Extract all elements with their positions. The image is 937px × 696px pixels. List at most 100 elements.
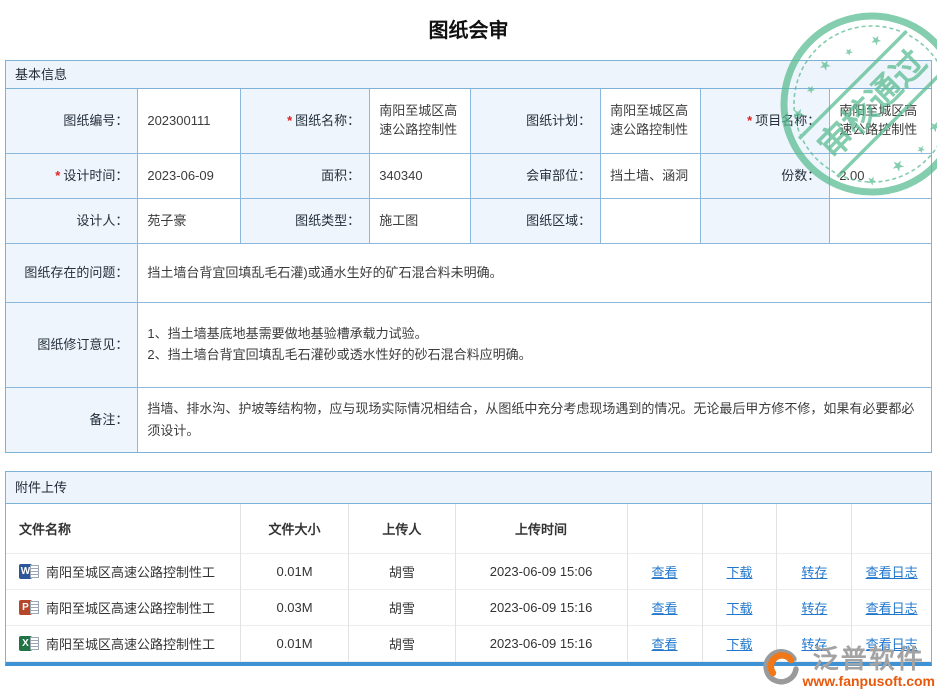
table-row-file-name: X 南阳至城区高速公路控制性工 [6, 626, 241, 662]
action-cell: 查看 [628, 626, 703, 662]
project-name-label-text: 项目名称： [755, 112, 820, 131]
page-title: 图纸会审 [0, 18, 937, 44]
powerpoint-file-icon: P [19, 600, 39, 615]
copies-label: 份数： [701, 154, 829, 198]
file-upload-time: 2023-06-09 15:16 [456, 590, 628, 626]
drawing-region-label: 图纸区域： [471, 199, 601, 243]
area-label: 面积： [241, 154, 370, 198]
drawing-region-value [601, 199, 700, 243]
view-link[interactable]: 查看 [652, 634, 678, 653]
drawing-plan-label-text: 图纸计划： [526, 112, 591, 131]
remark-value: 挡墙、排水沟、护坡等结构物，应与现场实际情况相结合，从图纸中充分考虑现场遇到的情… [138, 388, 931, 452]
remark-label-text: 备注： [89, 411, 128, 430]
design-date-label-text: 设计时间： [63, 167, 128, 186]
transfer-link[interactable]: 转存 [801, 562, 827, 581]
action-cell: 转存 [777, 590, 852, 626]
stamp-star-icon: ★ [842, 45, 856, 59]
drawing-plan-label: 图纸计划： [471, 89, 601, 153]
empty-label-cell [701, 199, 829, 243]
drawing-type-label-text: 图纸类型： [295, 212, 360, 231]
drawing-no-label: 图纸编号： [6, 89, 137, 153]
required-marker: * [747, 112, 752, 131]
col-header-uploader: 上传人 [349, 504, 455, 554]
revision-opinion-line2: 2、挡土墙台背宜回填乱毛石灌砂或透水性好的砂石混合料应明确。 [147, 345, 531, 366]
file-size: 0.03M [241, 590, 349, 626]
remark-label: 备注： [6, 388, 137, 452]
revision-opinion-value: 1、挡土墙基底地基需要做地基验槽承载力试验。 2、挡土墙台背宜回填乱毛石灌砂或透… [138, 303, 931, 387]
revision-opinion-label: 图纸修订意见： [6, 303, 137, 387]
vendor-url: www.fanpusoft.com [803, 674, 935, 688]
designer-label: 设计人： [6, 199, 137, 243]
drawing-type-label: 图纸类型： [241, 199, 370, 243]
action-cell: 下载 [703, 590, 778, 626]
required-marker: * [55, 167, 60, 186]
transfer-link[interactable]: 转存 [801, 598, 827, 617]
file-page-icon [30, 637, 39, 650]
designer-label-text: 设计人： [76, 212, 128, 231]
col-header-file-name: 文件名称 [6, 504, 241, 554]
problems-value: 挡土墙台背宜回填乱毛石灌)或通水生好的矿石混合料未明确。 [138, 244, 931, 302]
file-page-icon [30, 565, 39, 578]
attachments-section-header: 附件上传 [6, 472, 931, 504]
drawing-type-value: 施工图 [370, 199, 469, 243]
problems-label: 图纸存在的问题： [6, 244, 137, 302]
download-link[interactable]: 下载 [726, 634, 752, 653]
basic-info-section-header: 基本信息 [6, 61, 931, 89]
problems-label-text: 图纸存在的问题： [24, 264, 128, 283]
file-uploader: 胡雪 [349, 626, 455, 662]
col-header-action-3 [777, 504, 852, 554]
word-file-icon: W [19, 564, 39, 579]
download-link[interactable]: 下载 [726, 598, 752, 617]
view-link[interactable]: 查看 [652, 562, 678, 581]
revision-opinion-line1: 1、挡土墙基底地基需要做地基验槽承载力试验。 [147, 324, 427, 345]
revision-opinion-label-text: 图纸修订意见： [37, 336, 128, 355]
project-name-label: *项目名称： [701, 89, 829, 153]
action-cell: 转存 [777, 554, 852, 590]
view-log-link[interactable]: 查看日志 [866, 634, 918, 653]
download-link[interactable]: 下载 [726, 562, 752, 581]
drawing-no-value: 202300111 [138, 89, 239, 153]
copies-value: 2.00 [830, 154, 931, 198]
review-part-label-text: 会审部位： [526, 167, 591, 186]
file-size: 0.01M [241, 554, 349, 590]
attachments-section: 附件上传 文件名称 文件大小 上传人 上传时间 W 南阳至城区高速公路控制性工 … [5, 471, 932, 666]
action-cell: 转存 [777, 626, 852, 662]
file-uploader: 胡雪 [349, 554, 455, 590]
copies-label-text: 份数： [781, 167, 820, 186]
file-name-text: 南阳至城区高速公路控制性工 [46, 562, 215, 581]
drawing-plan-value: 南阳至城区高速公路控制性 [601, 89, 700, 153]
action-cell: 查看 [628, 554, 703, 590]
drawing-no-label-text: 图纸编号： [63, 112, 128, 131]
file-upload-time: 2023-06-09 15:16 [456, 626, 628, 662]
table-row-file-name: W 南阳至城区高速公路控制性工 [6, 554, 241, 590]
action-cell: 下载 [703, 626, 778, 662]
col-header-action-2 [703, 504, 778, 554]
design-date-value: 2023-06-09 [138, 154, 239, 198]
action-cell: 下载 [703, 554, 778, 590]
basic-info-section: 基本信息 图纸编号： 202300111 *图纸名称： 南阳至城区高速公路控制性… [5, 60, 932, 453]
col-header-action-4 [852, 504, 931, 554]
empty-value-cell [830, 199, 931, 243]
view-log-link[interactable]: 查看日志 [866, 598, 918, 617]
area-label-text: 面积： [321, 167, 360, 186]
designer-value: 苑子豪 [138, 199, 239, 243]
file-page-icon [30, 601, 39, 614]
attachments-table: 文件名称 文件大小 上传人 上传时间 W 南阳至城区高速公路控制性工 0.01M… [6, 504, 931, 662]
review-part-label: 会审部位： [471, 154, 601, 198]
file-uploader: 胡雪 [349, 590, 455, 626]
file-name-text: 南阳至城区高速公路控制性工 [46, 598, 215, 617]
review-part-value: 挡土墙、涵洞 [601, 154, 700, 198]
action-cell: 查看 [628, 590, 703, 626]
col-header-file-size: 文件大小 [241, 504, 349, 554]
view-link[interactable]: 查看 [652, 598, 678, 617]
file-size: 0.01M [241, 626, 349, 662]
design-date-label: *设计时间： [6, 154, 137, 198]
project-name-value: 南阳至城区高速公路控制性 [830, 89, 931, 153]
excel-file-icon: X [19, 636, 39, 651]
transfer-link[interactable]: 转存 [801, 634, 827, 653]
col-header-action-1 [628, 504, 703, 554]
view-log-link[interactable]: 查看日志 [866, 562, 918, 581]
action-cell: 查看日志 [852, 554, 931, 590]
action-cell: 查看日志 [852, 626, 931, 662]
file-upload-time: 2023-06-09 15:06 [456, 554, 628, 590]
